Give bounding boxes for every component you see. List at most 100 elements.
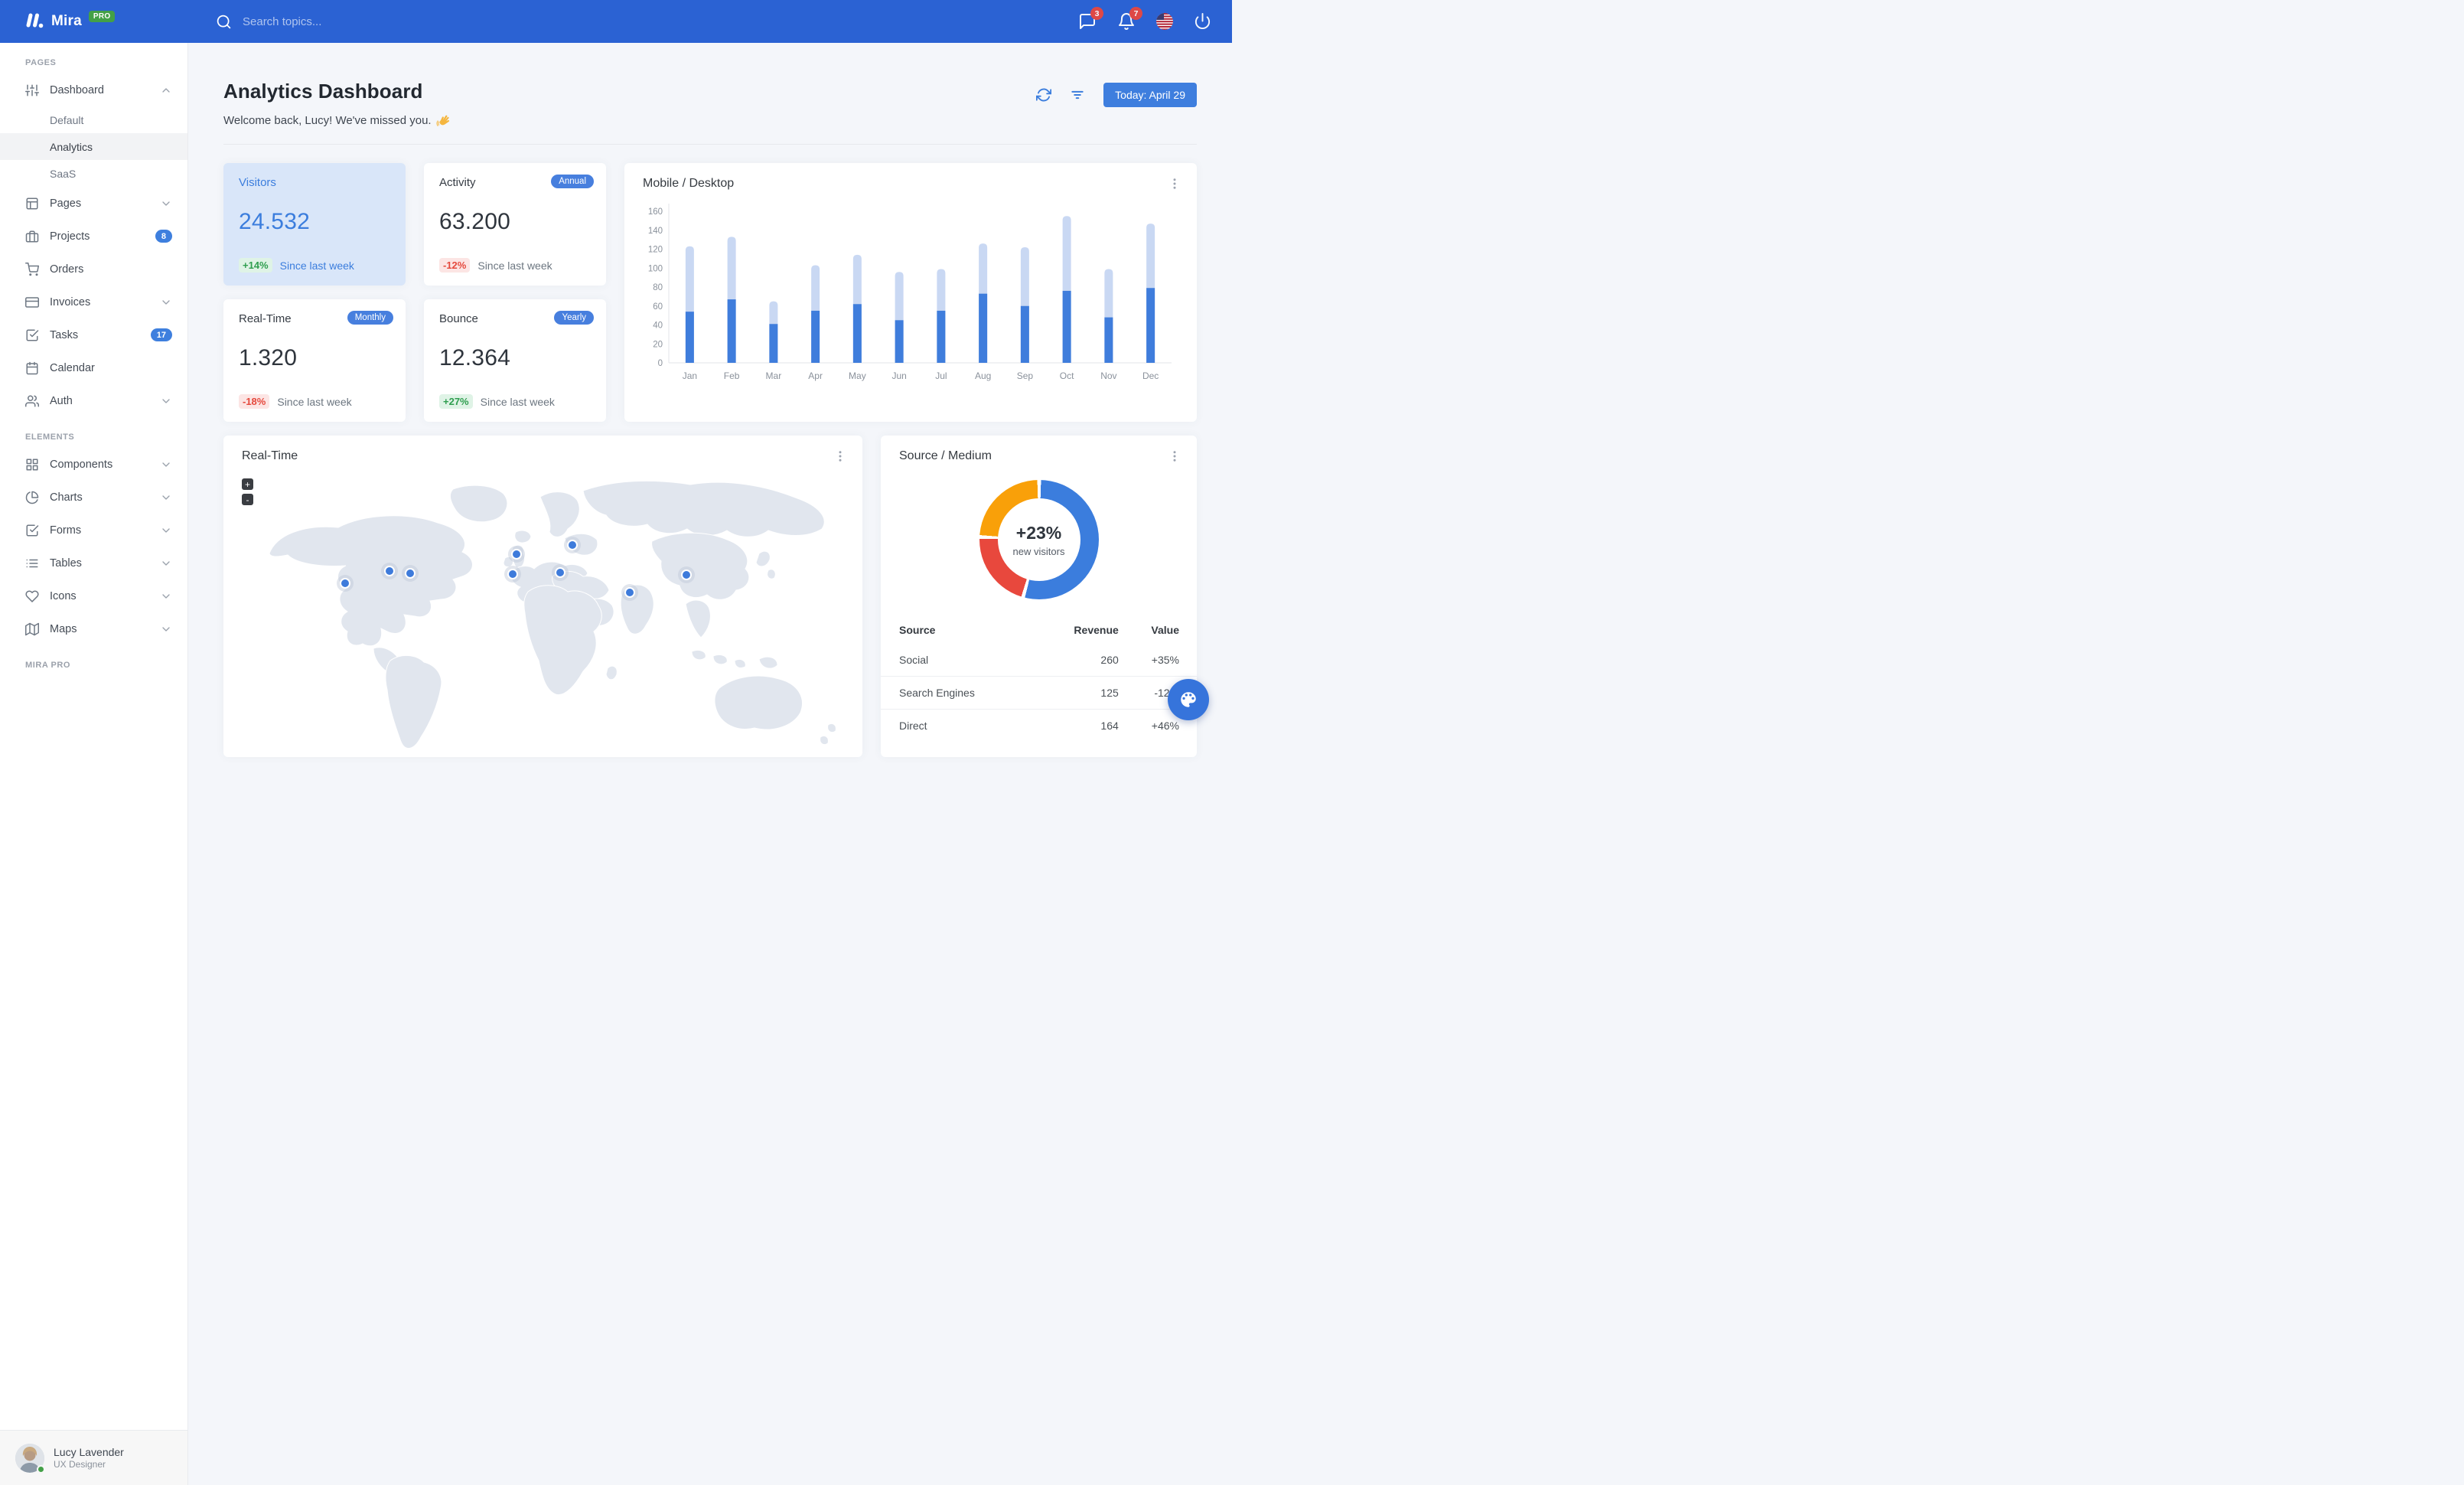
map-marker[interactable] (555, 567, 565, 578)
stat-delta-chip: -12% (439, 258, 471, 273)
svg-text:Oct: Oct (1060, 370, 1074, 381)
sidebar-item-label: Components (50, 458, 113, 471)
stat-caption: Since last week (279, 259, 354, 272)
svg-text:Nov: Nov (1100, 370, 1116, 381)
sidebar-item-label: Dashboard (50, 83, 104, 96)
shopping-cart-icon (25, 262, 39, 276)
svg-text:40: 40 (653, 321, 663, 331)
logout-button[interactable] (1194, 12, 1212, 31)
filter-icon[interactable] (1070, 87, 1085, 103)
donut-center-value: +23% (1015, 522, 1062, 543)
map-zoom-out-button[interactable]: - (242, 494, 253, 505)
messages-button[interactable]: 3 (1078, 7, 1103, 31)
stat-period-pill[interactable]: Annual (551, 175, 594, 188)
sidebar-section-label: MIRA PRO (25, 661, 70, 670)
online-status-dot (37, 1464, 45, 1474)
sidebar-item-calendar[interactable]: Calendar (0, 351, 187, 384)
map-marker[interactable] (624, 587, 635, 598)
source-medium-title: Source / Medium (899, 449, 992, 462)
stat-period-pill[interactable]: Yearly (554, 311, 594, 325)
search-input[interactable] (243, 15, 442, 28)
svg-text:Dec: Dec (1142, 370, 1159, 381)
sidebar-item-invoices[interactable]: Invoices (0, 286, 187, 318)
kebab-menu-icon[interactable] (1168, 177, 1181, 191)
stat-value: 1.320 (239, 345, 298, 370)
sidebar-subitem-analytics[interactable]: Analytics (0, 133, 187, 160)
stat-period-pill[interactable]: Monthly (347, 311, 393, 325)
sidebar-item-projects[interactable]: Projects 8 (0, 220, 187, 253)
map-marker[interactable] (384, 566, 395, 576)
stat-caption: Since last week (477, 259, 552, 272)
realtime-map-card: Real-Time + - (223, 436, 862, 757)
credit-card-icon (25, 296, 39, 308)
notifications-button[interactable]: 7 (1117, 7, 1142, 31)
sidebar-item-dashboard[interactable]: Dashboard (0, 73, 187, 106)
sidebar: PAGES Dashboard Default Analytics SaaS Pages P… (0, 43, 188, 1485)
messages-badge: 3 (1090, 7, 1103, 20)
stat-delta-chip: +14% (239, 258, 272, 273)
chevron-down-icon (162, 494, 170, 500)
refresh-icon[interactable] (1036, 87, 1052, 103)
stat-delta-chip: -18% (239, 394, 270, 409)
waving-hand-emoji (436, 115, 449, 126)
mobile-desktop-bar-chart: 0 20 40 60 80 100 120 140 160 Jan Feb Mar Apr May Jun J… (648, 204, 1172, 381)
sidebar-subitem-saas[interactable]: SaaS (0, 160, 187, 187)
map-marker[interactable] (567, 540, 578, 550)
sidebar-item-label: Tables (50, 556, 82, 570)
sidebar-subitem-default[interactable]: Default (0, 106, 187, 133)
sidebar-item-orders[interactable]: Orders (0, 253, 187, 286)
check-square-icon (26, 524, 39, 536)
map-marker[interactable] (405, 568, 416, 579)
svg-text:80: 80 (653, 283, 663, 292)
brand-logo[interactable]: Mira PRO (0, 10, 188, 31)
sidebar-item-components[interactable]: Components (0, 448, 187, 481)
sidebar-user[interactable]: Lucy Lavender UX Designer (0, 1430, 187, 1485)
stat-title: Visitors (239, 176, 276, 189)
mobile-desktop-card: Mobile / Desktop 0 20 40 60 80 100 120 140 160 Ja… (624, 163, 1197, 422)
sidebar-item-forms[interactable]: Forms (0, 514, 187, 547)
avatar (15, 1443, 45, 1474)
kebab-menu-icon[interactable] (833, 449, 847, 463)
col-value: Value (1151, 624, 1179, 636)
stat-caption: Since last week (480, 395, 555, 408)
sidebar-item-label: Orders (50, 263, 84, 276)
briefcase-icon (25, 230, 39, 242)
world-map[interactable]: + - (223, 468, 862, 757)
notifications-badge: 7 (1129, 7, 1142, 20)
sidebar-item-label: Auth (50, 394, 73, 407)
theme-settings-fab[interactable] (1168, 679, 1209, 720)
sidebar-item-icons[interactable]: Icons (0, 579, 187, 612)
heart-icon (25, 590, 39, 602)
sidebar-item-charts[interactable]: Charts (0, 481, 187, 514)
stat-caption: Since last week (277, 395, 352, 408)
stat-value: 24.532 (239, 209, 310, 234)
map-marker[interactable] (681, 570, 692, 580)
sidebar-section-label: ELEMENTS (25, 432, 75, 442)
chevron-down-icon (162, 201, 170, 206)
table-row: Social 260 +35% (881, 644, 1197, 677)
sidebar-item-maps[interactable]: Maps (0, 612, 187, 645)
sidebar-item-pages[interactable]: Pages (0, 187, 187, 220)
cell-value: +35% (1151, 654, 1179, 666)
kebab-menu-icon[interactable] (1168, 449, 1181, 463)
stat-card-visitors: Visitors 24.532 +14% Since last week (223, 163, 406, 286)
language-flag-button[interactable] (1156, 13, 1173, 30)
map-marker[interactable] (511, 549, 522, 560)
map-zoom-in-button[interactable]: + (242, 478, 253, 490)
chevron-down-icon (162, 560, 170, 566)
stat-card-real-time: Real-Time Monthly 1.320 -18% Since last week (223, 299, 406, 422)
sidebar-item-label: Projects (50, 230, 90, 243)
cell-revenue: 125 (1041, 676, 1119, 710)
sidebar-item-auth[interactable]: Auth (0, 384, 187, 417)
map-marker[interactable] (507, 569, 518, 579)
sidebar-badge: 17 (150, 328, 172, 341)
map-marker[interactable] (340, 578, 350, 589)
navbar-search (216, 14, 442, 30)
today-button[interactable]: Today: April 29 (1103, 83, 1197, 107)
sidebar-item-tables[interactable]: Tables (0, 547, 187, 579)
map-zoom-controls: + - (242, 478, 253, 505)
pro-badge: PRO (88, 10, 116, 22)
sidebar-item-tasks[interactable]: Tasks 17 (0, 318, 187, 351)
sidebar-nav: PAGES Dashboard Default Analytics SaaS Pages P… (0, 43, 187, 676)
header-divider (223, 144, 1197, 145)
